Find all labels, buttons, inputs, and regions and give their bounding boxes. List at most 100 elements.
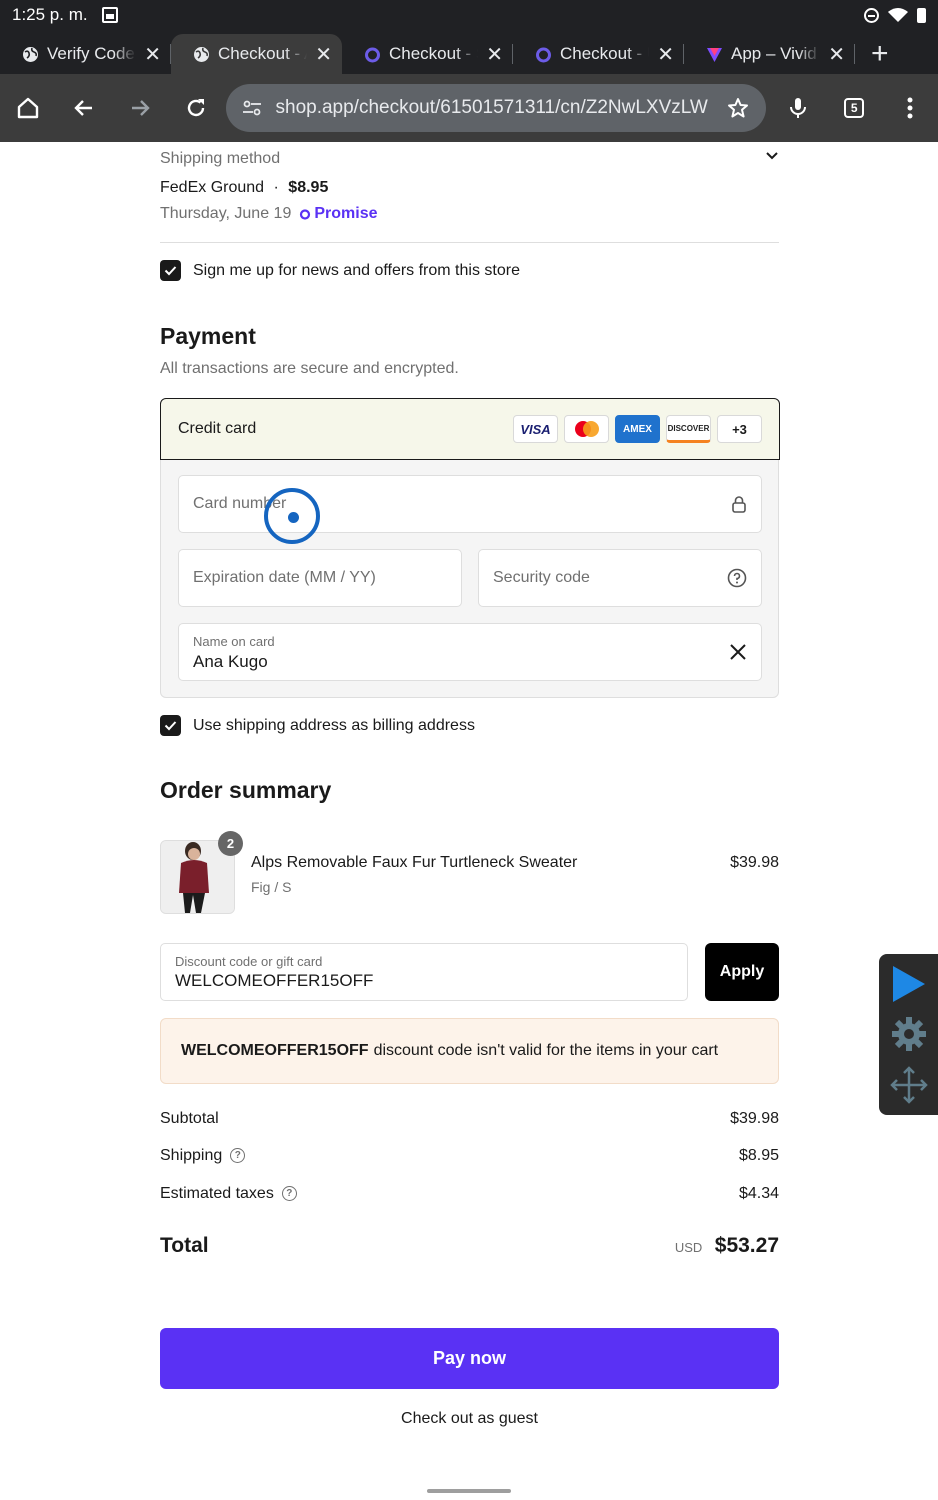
- bookmark-star-icon[interactable]: [726, 96, 750, 120]
- play-icon[interactable]: [890, 964, 928, 1004]
- menu-button[interactable]: [882, 80, 938, 136]
- touch-indicator: [264, 488, 320, 544]
- visa-icon: VISA: [513, 415, 558, 443]
- tab-checkout-active[interactable]: Checkout - Ar ✕: [171, 34, 342, 74]
- expiration-date-field[interactable]: Expiration date (MM / YY): [178, 549, 462, 607]
- promise-label: Promise: [314, 205, 378, 222]
- battery-icon: [917, 7, 926, 23]
- shipping-carrier: FedEx Ground: [160, 179, 265, 196]
- shop-icon: [364, 46, 381, 63]
- home-button[interactable]: [0, 80, 56, 136]
- chevron-down-icon[interactable]: [765, 150, 779, 160]
- mastercard-icon: [564, 415, 609, 443]
- amex-icon: AMEX: [615, 415, 660, 443]
- tab-vivid[interactable]: App – Vivid S ✕: [684, 34, 855, 74]
- apply-discount-button[interactable]: Apply: [705, 943, 779, 1001]
- discount-code-field[interactable]: Discount code or gift card WELCOMEOFFER1…: [160, 943, 688, 1001]
- reload-button[interactable]: [168, 80, 224, 136]
- checkmark-icon: [164, 721, 177, 731]
- product-price: $39.98: [730, 854, 779, 871]
- checkout-as-guest-link[interactable]: Check out as guest: [160, 1410, 779, 1428]
- taxes-value: $4.34: [738, 1185, 779, 1202]
- more-cards-badge: +3: [717, 415, 762, 443]
- help-circle-icon[interactable]: [727, 568, 747, 588]
- address-bar[interactable]: shop.app/checkout/61501571311/cn/Z2NwLXV…: [225, 84, 767, 132]
- newsletter-checkbox-row[interactable]: Sign me up for news and offers from this…: [160, 260, 520, 281]
- back-arrow-icon: [74, 100, 92, 116]
- tab-title: Checkout - St: [389, 44, 478, 63]
- product-name: Alps Removable Faux Fur Turtleneck Sweat…: [251, 854, 578, 871]
- close-icon[interactable]: ✕: [315, 42, 332, 67]
- name-on-card-value: Ana Kugo: [193, 652, 268, 671]
- separator-dot: ·: [273, 179, 279, 196]
- tab-checkout-3[interactable]: Checkout - Ün ✕: [513, 34, 684, 74]
- globe-icon: [193, 46, 210, 63]
- subtotal-label: Subtotal: [160, 1110, 219, 1127]
- site-settings-icon[interactable]: [242, 100, 262, 116]
- shipping-row: Shipping? $8.95: [160, 1147, 779, 1165]
- billing-checkbox[interactable]: [160, 715, 181, 736]
- gear-icon[interactable]: [891, 1016, 927, 1052]
- newsletter-checkbox[interactable]: [160, 260, 181, 281]
- gesture-nav-handle[interactable]: [427, 1489, 511, 1493]
- tab-title: App – Vivid S: [731, 44, 820, 63]
- total-amount: $53.27: [714, 1234, 779, 1257]
- back-button[interactable]: [56, 80, 112, 136]
- security-code-field[interactable]: Security code: [478, 549, 762, 607]
- shipping-method-header[interactable]: Shipping method: [160, 150, 779, 168]
- voice-search-button[interactable]: [770, 80, 826, 136]
- new-tab-button[interactable]: +: [871, 34, 889, 74]
- discover-icon: DISCOVER: [666, 415, 711, 443]
- total-row: Total USD $53.27: [160, 1234, 779, 1258]
- delivery-date: Thursday, June 19: [160, 205, 292, 222]
- subtotal-row: Subtotal $39.98: [160, 1110, 779, 1128]
- tab-switcher-button[interactable]: 5: [826, 80, 882, 136]
- delivery-estimate: Thursday, June 19 Promise: [160, 205, 377, 223]
- close-icon[interactable]: ✕: [486, 42, 503, 67]
- url-text[interactable]: shop.app/checkout/61501571311/cn/Z2NwLXV…: [276, 97, 727, 119]
- floating-control-panel: [879, 954, 938, 1115]
- help-icon[interactable]: ?: [281, 1186, 297, 1202]
- shipping-value: $8.95: [738, 1147, 779, 1164]
- tab-title: Checkout - Ar: [218, 44, 307, 63]
- taxes-label: Estimated taxes: [160, 1185, 274, 1202]
- shop-promise-icon: [300, 209, 311, 220]
- status-time: 1:25 p. m.: [12, 5, 88, 24]
- credit-card-option[interactable]: Credit card VISA AMEX DISCOVER +3: [160, 398, 780, 460]
- security-code-placeholder: Security code: [493, 569, 590, 586]
- help-icon[interactable]: ?: [230, 1148, 246, 1164]
- order-summary-heading: Order summary: [160, 777, 332, 803]
- pay-now-button[interactable]: Pay now: [160, 1328, 779, 1389]
- expiration-placeholder: Expiration date (MM / YY): [193, 569, 376, 586]
- discount-error-alert: WELCOMEOFFER15OFF discount code isn't va…: [160, 1018, 779, 1084]
- tab-title: Verify Codes: [47, 44, 137, 63]
- credit-card-panel: Credit card VISA AMEX DISCOVER +3 Card n…: [160, 398, 780, 698]
- alert-message: discount code isn't valid for the items …: [373, 1042, 719, 1059]
- clear-icon[interactable]: [729, 643, 747, 661]
- forward-button[interactable]: [112, 80, 168, 136]
- close-icon[interactable]: ✕: [657, 42, 674, 67]
- billing-label: Use shipping address as billing address: [193, 716, 475, 734]
- forward-arrow-icon: [131, 100, 150, 116]
- shop-promise: Promise: [299, 205, 377, 223]
- reload-icon: [187, 99, 204, 117]
- tab-checkout-2[interactable]: Checkout - St ✕: [342, 34, 513, 74]
- currency-code: USD: [674, 1240, 703, 1255]
- credit-card-label: Credit card: [178, 420, 257, 437]
- close-icon[interactable]: ✕: [828, 42, 845, 67]
- move-icon[interactable]: [889, 1065, 929, 1105]
- tab-verify-codes[interactable]: Verify Codes ✕: [0, 34, 171, 74]
- payment-subheading: All transactions are secure and encrypte…: [160, 360, 459, 377]
- shipping-method-line: FedEx Ground · $8.95: [160, 179, 328, 197]
- more-vert-icon: [907, 97, 913, 119]
- image-notification-icon: [101, 7, 118, 23]
- globe-icon: [22, 46, 39, 63]
- discount-code-value: WELCOMEOFFER15OFF: [175, 971, 374, 990]
- tab-strip: Verify Codes ✕ Checkout - Ar ✕ Checkout …: [0, 30, 938, 74]
- divider: [160, 242, 779, 243]
- name-on-card-field[interactable]: Name on card Ana Kugo: [178, 623, 762, 681]
- close-icon[interactable]: ✕: [144, 42, 161, 67]
- status-bar: 1:25 p. m.: [0, 0, 938, 30]
- billing-checkbox-row[interactable]: Use shipping address as billing address: [160, 715, 475, 736]
- lock-icon: [732, 496, 746, 513]
